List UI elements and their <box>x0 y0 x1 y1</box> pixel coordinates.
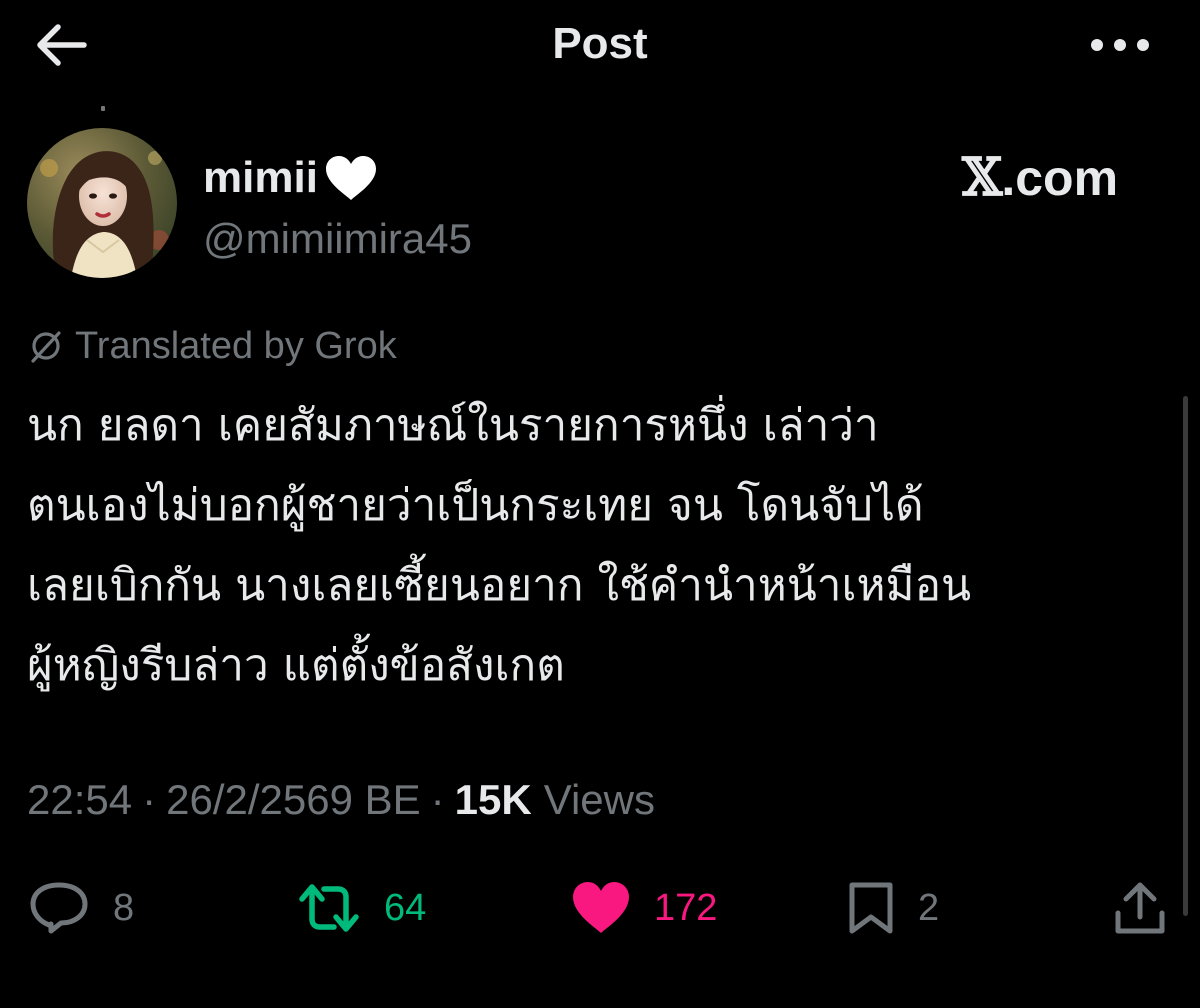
repost-count: 64 <box>384 887 427 929</box>
author-name-row[interactable]: mimii <box>203 150 380 206</box>
arrow-left-icon <box>37 24 87 66</box>
more-options-button[interactable] <box>1082 22 1158 68</box>
avatar[interactable] <box>27 128 177 278</box>
meta-separator: · <box>142 776 157 823</box>
reply-icon <box>30 882 88 934</box>
site-watermark: 𝕏 .com <box>962 147 1119 208</box>
translation-text: Translated by Grok <box>75 325 397 367</box>
post-meta: 22:54 · 26/2/2569 BE · 15K Views <box>27 772 655 828</box>
white-heart-icon <box>325 156 376 200</box>
like-count: 172 <box>654 887 718 929</box>
post-date[interactable]: 26/2/2569 BE <box>166 776 421 824</box>
repost-icon <box>299 884 359 932</box>
author-display-name: mimii <box>203 153 318 202</box>
reply-count: 8 <box>113 887 135 929</box>
top-bar: Post <box>0 0 1200 90</box>
share-button[interactable] <box>1112 876 1168 940</box>
meta-separator: · <box>430 776 445 823</box>
tweet-text: นก ยลดา เคยสัมภาษณ์ในรายการหนึ่ง เล่าว่า… <box>27 394 1177 714</box>
bookmark-button[interactable]: 2 <box>846 876 939 940</box>
scrollbar[interactable] <box>1183 396 1188 916</box>
grok-icon <box>31 331 61 363</box>
tweet-line: เลยเบิกกัน นางเลยเซี้ยนอยาก ใช้คำนำหน้าเ… <box>27 560 972 611</box>
tweet-line: ผู้หญิงรีบล่าว แต่ตั้งข้อสังเกต <box>27 640 565 691</box>
bookmark-count: 2 <box>918 887 940 929</box>
divider-mark <box>101 106 105 111</box>
x-logo-icon: 𝕏 <box>962 147 1002 208</box>
tweet-line: นก ยลดา เคยสัมภาษณ์ในรายการหนึ่ง เล่าว่า <box>27 400 879 451</box>
more-horizontal-icon <box>1091 39 1149 51</box>
back-button[interactable] <box>28 16 92 74</box>
avatar-image <box>27 128 177 278</box>
post-time[interactable]: 22:54 <box>27 776 132 824</box>
translation-label[interactable]: Translated by Grok <box>27 322 397 370</box>
site-domain: .com <box>1001 150 1119 206</box>
tweet-line: ตนเองไม่บอกผู้ชายว่าเป็นกระเทย จน โดนจับ… <box>27 480 924 531</box>
repost-button[interactable]: 64 <box>296 876 426 940</box>
views-count[interactable]: 15K <box>455 776 532 824</box>
author-handle[interactable]: @mimiimira45 <box>203 212 472 266</box>
views-label: Views <box>543 776 655 823</box>
like-button[interactable]: 172 <box>570 876 717 940</box>
reply-button[interactable]: 8 <box>27 876 134 940</box>
bookmark-icon <box>849 882 893 934</box>
page-title: Post <box>552 19 648 68</box>
heart-icon <box>573 882 629 933</box>
share-icon <box>1115 882 1165 934</box>
